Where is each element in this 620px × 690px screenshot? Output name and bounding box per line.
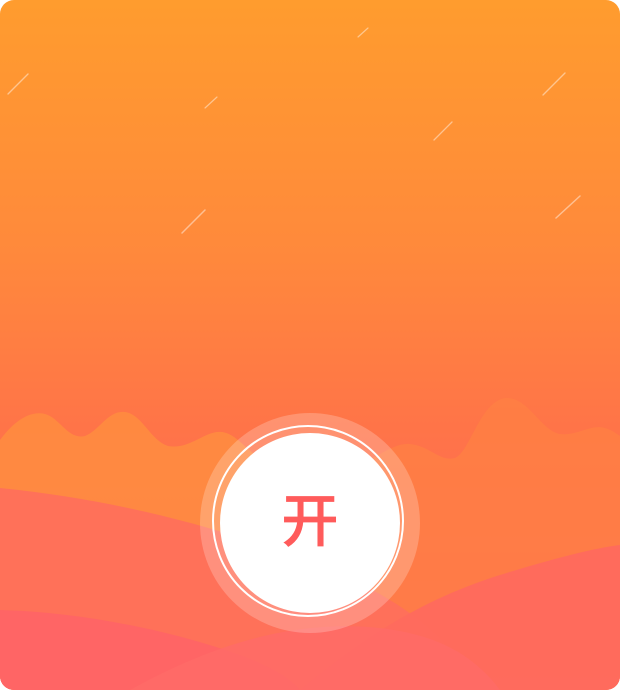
open-button[interactable]: 开: [200, 413, 420, 633]
red-envelope-card: 开: [0, 0, 620, 690]
open-button-face: 开: [220, 433, 400, 613]
shooting-star-streaks: [7, 27, 581, 234]
open-button-label: 开: [282, 490, 338, 555]
